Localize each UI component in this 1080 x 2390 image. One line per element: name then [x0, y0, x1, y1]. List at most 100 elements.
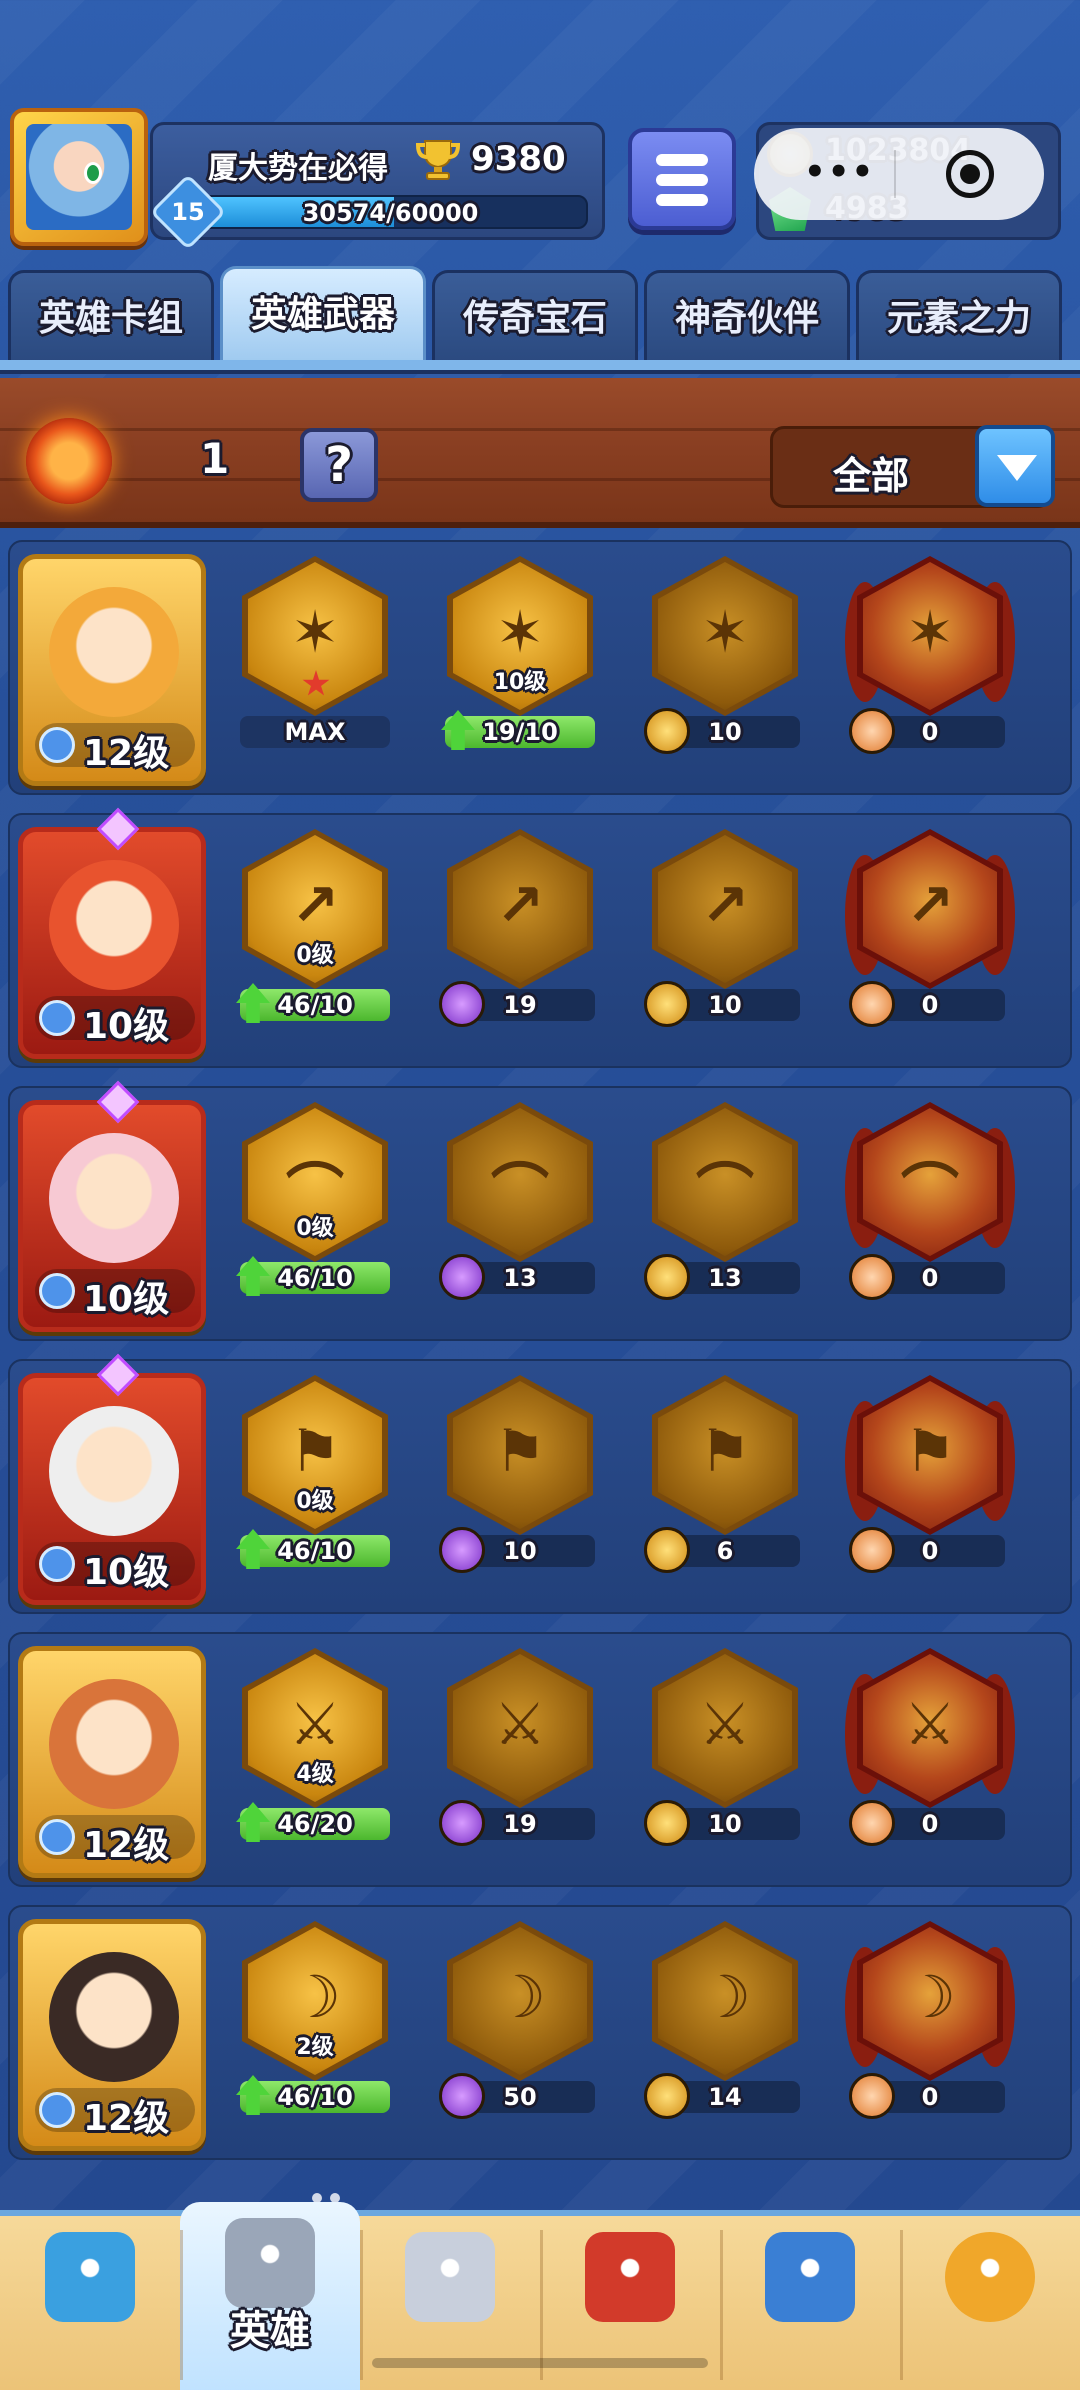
weapon-slot[interactable]: ☽ 2级 46/10 — [230, 1917, 400, 2117]
weapon-progress-bar: 0 — [849, 1254, 1005, 1300]
hero-weapon-list[interactable]: 12级 ✶ MAX ✶ 10级 19/10 ✶ 10 ✶ 0 10级 ↗ 0级 46/10 ↗ 19 ↗ 10 ↗ 0… — [0, 534, 1080, 2214]
guild-members-icon — [765, 2232, 855, 2322]
weapon-progress-text: 10 — [708, 718, 742, 746]
weapon-progress-text: 19/10 — [482, 718, 558, 746]
weapon-icon: ⚑ — [494, 1417, 546, 1485]
weapon-progress-text: 46/10 — [277, 2083, 353, 2111]
weapon-slot[interactable]: ⚔ 0 — [845, 1644, 1015, 1846]
weapon-slot[interactable]: ☽ 50 — [435, 1917, 605, 2119]
crossed-swords-icon — [405, 2232, 495, 2322]
chevron-down-icon[interactable] — [975, 425, 1055, 507]
nav-item-1[interactable] — [0, 2216, 180, 2390]
capsule-divider — [894, 150, 896, 198]
menu-button[interactable] — [628, 128, 736, 230]
crown-shield-icon — [585, 2232, 675, 2322]
help-button[interactable]: ? — [300, 428, 378, 502]
weapon-progress-bar: 0 — [849, 1800, 1005, 1846]
top-bar: 厦大势在必得 9380 30574/60000 15 1023804 4983 … — [0, 100, 1080, 251]
weapon-slot[interactable]: ⚔ 10 — [640, 1644, 810, 1846]
tab-3[interactable]: 传奇宝石 — [432, 270, 638, 362]
hero-level-pill: 12级 — [35, 1815, 195, 1866]
tab-label: 元素之力 — [886, 298, 1031, 339]
weapon-icon: ☽ — [904, 1963, 956, 2031]
weapon-slot[interactable]: ✶ 10级 19/10 — [435, 552, 605, 752]
weapon-icon: ⌒ — [900, 1157, 959, 1225]
hero-portrait — [49, 860, 179, 990]
weapon-slot[interactable]: ↗ 0 — [845, 825, 1015, 1027]
tab-2[interactable]: 英雄武器 — [220, 266, 426, 362]
nav-item-2[interactable]: 英雄 — [180, 2202, 360, 2390]
hero-row: 12级 ⚔ 4级 46/20 ⚔ 19 ⚔ 10 ⚔ 0 — [8, 1632, 1072, 1887]
filter-dropdown[interactable]: 全部 — [770, 425, 1055, 508]
weapon-slot[interactable]: ✶ MAX — [230, 552, 400, 752]
hero-rank-gem-icon — [96, 1080, 140, 1124]
weapon-slot[interactable]: ✶ 10 — [640, 552, 810, 754]
weapon-slot[interactable]: ⚑ 10 — [435, 1371, 605, 1573]
hero-card[interactable]: 10级 — [18, 1080, 206, 1332]
player-avatar[interactable] — [10, 108, 148, 246]
tab-5[interactable]: 元素之力 — [856, 270, 1062, 362]
weapon-slot[interactable]: ⚑ 6 — [640, 1371, 810, 1573]
hero-level: 10级 — [83, 1552, 170, 1593]
weapon-progress-text: 10 — [708, 1810, 742, 1838]
hero-row: 10级 ⌒ 0级 46/10 ⌒ 13 ⌒ 13 ⌒ 0 — [8, 1080, 1072, 1341]
tab-label: 英雄卡组 — [38, 298, 183, 339]
weapon-progress-text: 13 — [708, 1264, 742, 1292]
hero-card[interactable]: 10级 — [18, 807, 206, 1059]
weapon-slot[interactable]: ⌒ 0 — [845, 1098, 1015, 1300]
weapon-slot[interactable]: ↗ 10 — [640, 825, 810, 1027]
nav-item-5[interactable] — [720, 2216, 900, 2390]
hero-rank-gem-icon — [96, 807, 140, 851]
weapon-progress-text: 14 — [708, 2083, 742, 2111]
tab-label: 英雄武器 — [250, 294, 395, 335]
nav-divider — [900, 2230, 903, 2380]
hero-portrait — [49, 1952, 179, 2082]
tab-label: 传奇宝石 — [462, 298, 607, 339]
trophy-count: 9380 — [471, 139, 566, 179]
filter-label: 全部 — [833, 454, 910, 498]
weapon-slot[interactable]: ↗ 19 — [435, 825, 605, 1027]
weapon-progress-text: 46/10 — [277, 1264, 353, 1292]
weapon-progress-text: 19 — [503, 991, 537, 1019]
weapon-level: 2级 — [296, 2035, 334, 2060]
weapon-slot[interactable]: ↗ 0级 46/10 — [230, 825, 400, 1025]
weapon-slot[interactable]: ⌒ 13 — [435, 1098, 605, 1300]
weapon-progress-bar: 13 — [439, 1254, 595, 1300]
hero-card[interactable]: 12级 — [18, 1919, 206, 2151]
weapon-slot[interactable]: ⚑ 0 — [845, 1371, 1015, 1573]
weapon-level: 0级 — [296, 943, 334, 968]
weapon-icon: ⌒ — [695, 1157, 754, 1225]
hero-card[interactable]: 10级 — [18, 1353, 206, 1605]
weapon-icon: ☽ — [494, 1963, 546, 2031]
weapon-slot[interactable]: ⌒ 13 — [640, 1098, 810, 1300]
weapon-progress-bar: 0 — [849, 2073, 1005, 2119]
weapon-slot[interactable]: ⌒ 0级 46/10 — [230, 1098, 400, 1298]
weapon-icon: ✶ — [905, 598, 955, 666]
hero-class-icon — [39, 1546, 75, 1582]
tabs-underline — [0, 360, 1080, 374]
hero-card[interactable]: 12级 — [18, 1646, 206, 1878]
weapon-slot[interactable]: ⚔ 19 — [435, 1644, 605, 1846]
weapon-slot[interactable]: ☽ 0 — [845, 1917, 1015, 2119]
menu-icon — [656, 154, 708, 166]
home-indicator — [372, 2358, 708, 2368]
weapon-slot[interactable]: ☽ 14 — [640, 1917, 810, 2119]
tab-4[interactable]: 神奇伙伴 — [644, 270, 850, 362]
menu-icon-line — [656, 194, 708, 206]
weapon-progress-text: 6 — [716, 1537, 734, 1565]
nav-divider — [360, 2230, 363, 2380]
weapon-slot[interactable]: ✶ 0 — [845, 552, 1015, 754]
fire-orb-icon — [26, 418, 112, 504]
more-options-button[interactable]: ••• — [804, 152, 875, 192]
tab-1[interactable]: 英雄卡组 — [8, 270, 214, 362]
weapon-progress-text: 46/10 — [277, 991, 353, 1019]
nav-item-6[interactable] — [900, 2216, 1080, 2390]
weapon-progress-bar: 0 — [849, 1527, 1005, 1573]
help-label: ? — [325, 437, 353, 493]
miniprogram-capsule: ••• — [754, 128, 1044, 220]
weapon-slot[interactable]: ⚔ 4级 46/20 — [230, 1644, 400, 1844]
hero-card[interactable]: 12级 — [18, 554, 206, 786]
close-miniprogram-icon[interactable] — [946, 150, 994, 198]
weapon-slot[interactable]: ⚑ 0级 46/10 — [230, 1371, 400, 1571]
weapon-progress-bar: 46/10 — [236, 1256, 390, 1296]
